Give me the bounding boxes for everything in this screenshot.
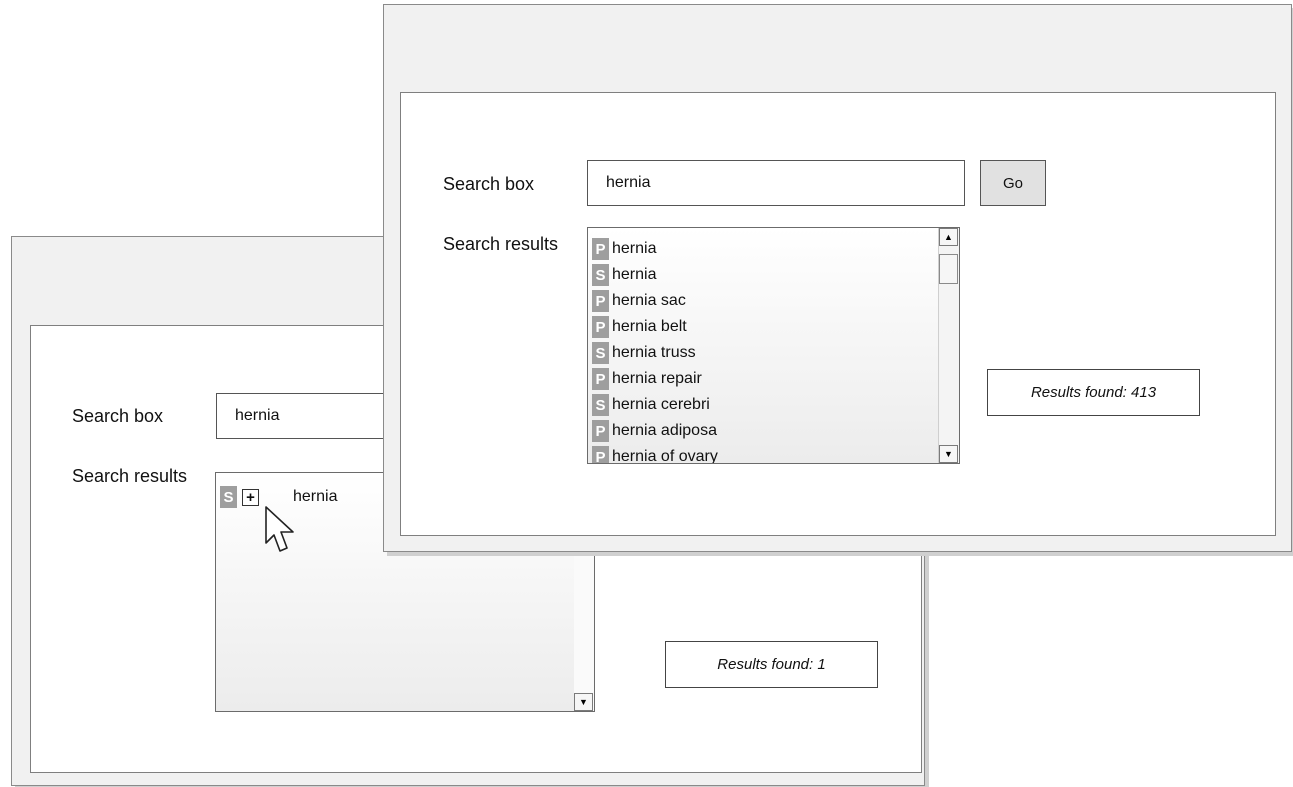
result-label: hernia of ovary	[612, 448, 718, 464]
list-item[interactable]: P hernia adiposa	[592, 418, 718, 444]
go-button[interactable]: Go	[980, 160, 1046, 206]
result-label: hernia adiposa	[612, 422, 717, 439]
list-item[interactable]: P hernia	[592, 236, 718, 262]
result-tag: P	[592, 316, 609, 338]
result-label: hernia belt	[612, 318, 687, 335]
result-tag: P	[592, 420, 609, 442]
search-input[interactable]	[587, 160, 965, 206]
search-box-label: Search box	[72, 406, 164, 426]
scroll-thumb[interactable]	[939, 254, 958, 284]
vertical-scrollbar[interactable]: ▲ ▼	[938, 228, 959, 463]
search-results-list[interactable]: P hernia S hernia P hernia sac P hernia …	[587, 227, 960, 464]
list-item-label: hernia	[293, 488, 338, 505]
list-item[interactable]: P hernia repair	[592, 366, 718, 392]
result-tag: P	[592, 290, 609, 312]
search-box-label: Search box	[443, 174, 535, 194]
result-tag: P	[592, 446, 609, 463]
list-item[interactable]: S hernia truss	[592, 340, 718, 366]
expand-icon[interactable]: +	[242, 488, 259, 506]
scroll-down-button[interactable]: ▼	[574, 693, 593, 711]
list-item[interactable]: P hernia of ovary	[592, 444, 718, 464]
front-window: Search box Go Search results P hernia S …	[383, 4, 1292, 552]
list-item[interactable]: P hernia sac	[592, 288, 718, 314]
results-list-items: P hernia S hernia P hernia sac P hernia …	[592, 236, 718, 464]
result-tag: P	[592, 238, 609, 260]
results-found-box: Results found: 413	[987, 369, 1200, 416]
result-label: hernia repair	[612, 370, 702, 387]
search-results-label: Search results	[443, 234, 559, 254]
search-results-label: Search results	[72, 466, 188, 486]
semantic-tag: S	[220, 486, 237, 508]
scroll-down-button[interactable]: ▼	[939, 445, 958, 463]
scroll-up-button[interactable]: ▲	[939, 228, 958, 246]
list-item[interactable]: P hernia belt	[592, 314, 718, 340]
list-item[interactable]: S hernia cerebri	[592, 392, 718, 418]
result-tag: S	[592, 264, 609, 286]
result-tag: P	[592, 368, 609, 390]
list-item[interactable]: S hernia	[592, 262, 718, 288]
result-label: hernia	[612, 240, 657, 257]
mouse-pointer-icon	[265, 506, 294, 552]
result-label: hernia	[612, 266, 657, 283]
result-tag: S	[592, 342, 609, 364]
result-label: hernia cerebri	[612, 396, 710, 413]
results-found-box: Results found: 1	[665, 641, 878, 688]
result-label: hernia sac	[612, 292, 686, 309]
result-tag: S	[592, 394, 609, 416]
result-label: hernia truss	[612, 344, 696, 361]
front-panel: Search box Go Search results P hernia S …	[400, 92, 1276, 536]
